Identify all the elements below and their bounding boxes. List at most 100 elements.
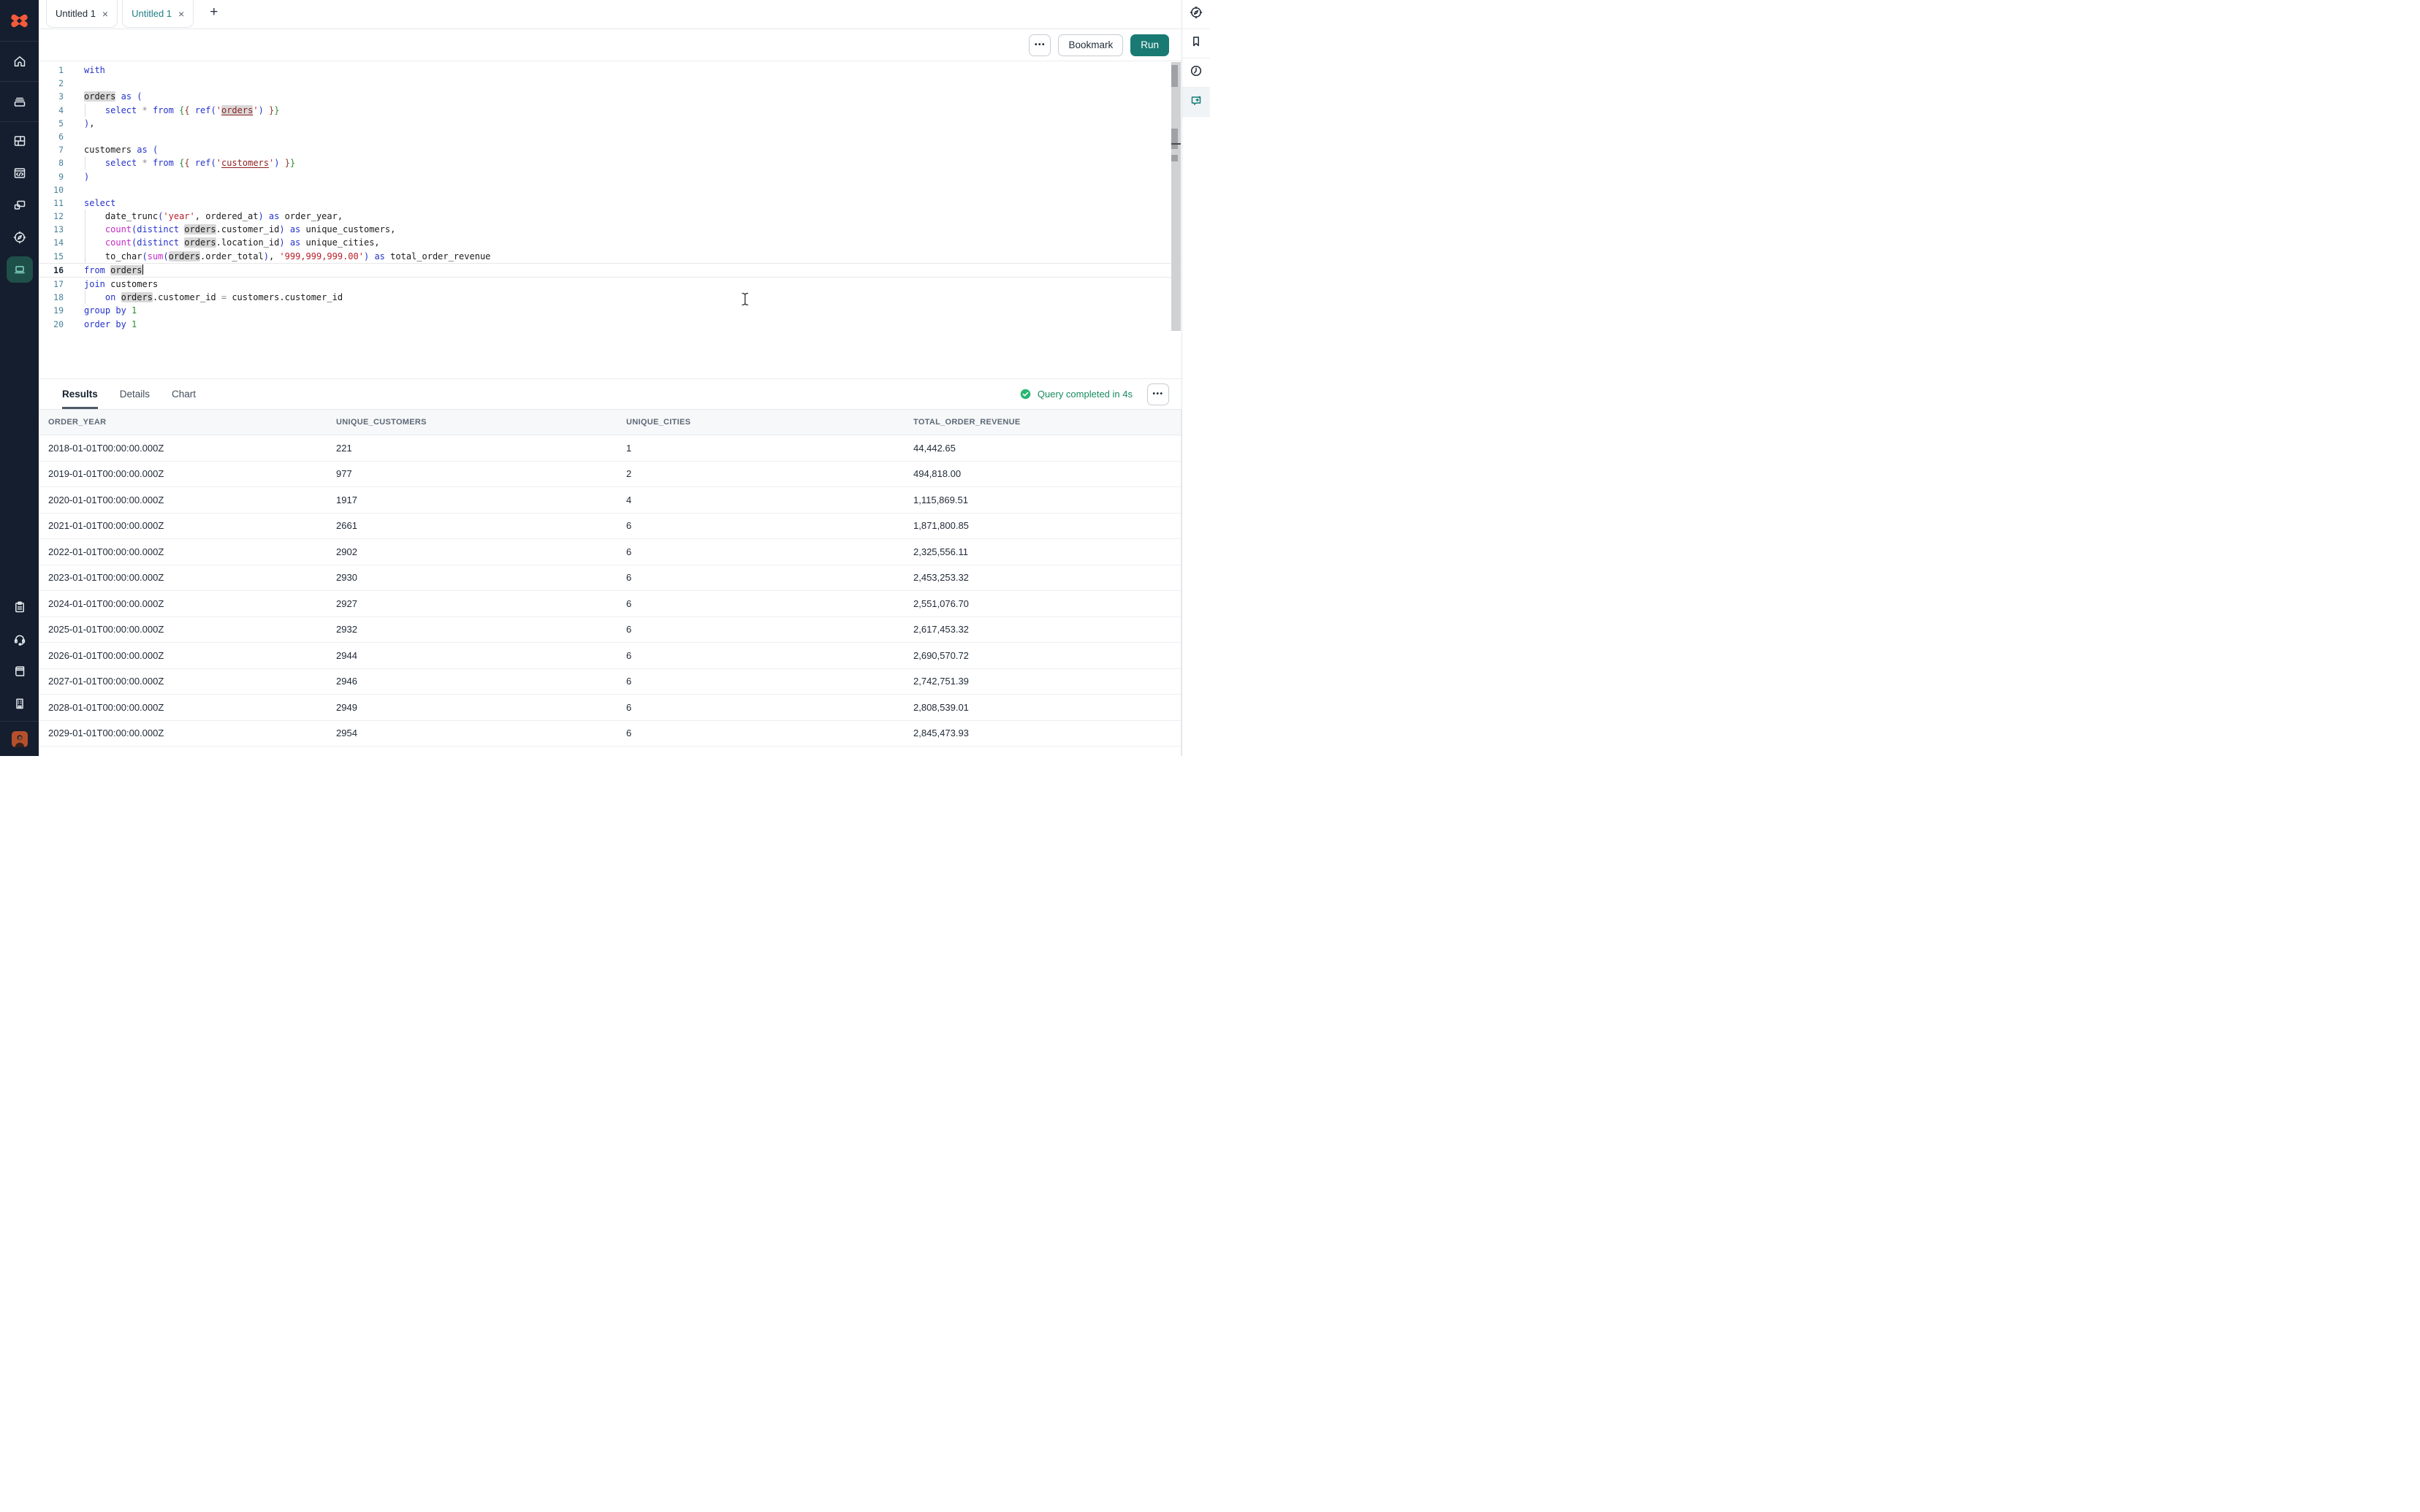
code-line-19[interactable]: 19group by 1 [39, 304, 1182, 317]
table-cell: 2,690,570.72 [904, 650, 1181, 661]
code-line-11[interactable]: 11select [39, 196, 1182, 210]
line-number: 11 [39, 196, 64, 210]
results-tab-details[interactable]: Details [120, 379, 150, 409]
sidebar-item-clipboard[interactable] [0, 591, 39, 623]
table-cell: 2018-01-01T00:00:00.000Z [39, 443, 327, 454]
rail-item-magic-chat[interactable] [1182, 88, 1210, 117]
table-row[interactable]: 2026-01-01T00:00:00.000Z294462,690,570.7… [39, 643, 1181, 669]
code-line-1[interactable]: 1with [39, 64, 1182, 77]
code-line-7[interactable]: 7customers as ( [39, 143, 1182, 156]
user-avatar[interactable] [0, 722, 39, 756]
code-line-6[interactable]: 6 [39, 130, 1182, 143]
table-row[interactable]: 2030-01-01T00:00:00.000Z287961,841,049.3… [39, 747, 1181, 756]
table-cell: 2028-01-01T00:00:00.000Z [39, 702, 327, 713]
column-header[interactable]: ORDER_YEAR [39, 418, 327, 427]
code-line-16[interactable]: 16from orders [39, 263, 1182, 278]
cell-more-button[interactable]: ••• [1029, 34, 1051, 56]
table-row[interactable]: 2021-01-01T00:00:00.000Z266161,871,800.8… [39, 513, 1181, 540]
table-row[interactable]: 2019-01-01T00:00:00.000Z9772494,818.00 [39, 462, 1181, 488]
sql-editor[interactable]: 1with23 orders as (4 select * from {{ ref… [39, 61, 1182, 378]
results-tab-bar: ResultsDetailsChart Query completed in 4… [39, 378, 1182, 409]
code-line-8[interactable]: 8 select * from {{ ref('customers') }} [39, 156, 1182, 169]
code-line-5[interactable]: 5), [39, 117, 1182, 130]
sidebar-item-apps[interactable] [0, 125, 39, 157]
sidebar-item-windows[interactable] [0, 189, 39, 221]
table-row[interactable]: 2024-01-01T00:00:00.000Z292762,551,076.7… [39, 591, 1181, 617]
code-text: date_trunc('year', ordered_at) as order_… [84, 210, 343, 223]
table-cell: 2902 [327, 546, 617, 557]
table-cell: 2029-01-01T00:00:00.000Z [39, 728, 327, 738]
sidebar-item-docs[interactable] [0, 655, 39, 687]
rail-item-explore[interactable] [1182, 0, 1210, 29]
close-tab-icon[interactable]: × [178, 9, 184, 19]
table-cell: 1,871,800.85 [904, 520, 1181, 531]
rail-item-history[interactable] [1182, 58, 1210, 88]
table-cell: 1917 [327, 495, 617, 505]
close-tab-icon[interactable]: × [102, 9, 108, 19]
table-row[interactable]: 2025-01-01T00:00:00.000Z293262,617,453.3… [39, 617, 1181, 644]
results-tab-chart[interactable]: Chart [172, 379, 196, 409]
code-text: count(distinct orders.customer_id) as un… [84, 223, 395, 236]
table-cell: 2020-01-01T00:00:00.000Z [39, 495, 327, 505]
code-line-10[interactable]: 10 [39, 183, 1182, 196]
code-line-12[interactable]: 12 date_trunc('year', ordered_at) as ord… [39, 210, 1182, 223]
run-button[interactable]: Run [1130, 34, 1169, 56]
code-line-14[interactable]: 14 count(distinct orders.location_id) as… [39, 236, 1182, 249]
sidebar-item-notebook-active[interactable] [7, 256, 33, 283]
table-cell: 2,742,751.39 [904, 676, 1181, 687]
code-line-9[interactable]: 9) [39, 170, 1182, 183]
editor-tab-bar: Untitled 1×Untitled 1× + [39, 0, 1182, 29]
table-cell: 6 [617, 546, 904, 557]
table-cell: 4 [617, 495, 904, 505]
new-tab-button[interactable]: + [205, 5, 222, 19]
bookmark-button[interactable]: Bookmark [1058, 34, 1123, 56]
code-line-13[interactable]: 13 count(distinct orders.customer_id) as… [39, 223, 1182, 236]
code-line-2[interactable]: 2 [39, 77, 1182, 90]
table-row[interactable]: 2022-01-01T00:00:00.000Z290262,325,556.1… [39, 539, 1181, 565]
editor-tab-1[interactable]: Untitled 1× [46, 0, 118, 28]
sidebar-item-code-browser[interactable] [0, 157, 39, 189]
code-browser-icon [12, 166, 27, 180]
code-line-3[interactable]: 3 orders as ( [39, 90, 1182, 103]
code-text: orders as ( [84, 90, 142, 103]
table-row[interactable]: 2029-01-01T00:00:00.000Z295462,845,473.9… [39, 721, 1181, 747]
code-line-17[interactable]: 17join customers [39, 278, 1182, 291]
results-more-button[interactable]: ••• [1147, 383, 1169, 405]
table-cell: 2023-01-01T00:00:00.000Z [39, 572, 327, 583]
column-header[interactable]: UNIQUE_CITIES [617, 418, 904, 427]
rail-item-bookmark[interactable] [1182, 29, 1210, 58]
org-icon [12, 696, 27, 711]
code-line-15[interactable]: 15 to_char(sum(orders.order_total), '999… [39, 250, 1182, 263]
table-cell: 44,442.65 [904, 443, 1181, 454]
table-cell: 2027-01-01T00:00:00.000Z [39, 676, 327, 687]
sidebar-item-home[interactable] [0, 42, 39, 82]
code-line-4[interactable]: 4 select * from {{ ref('orders') }} [39, 104, 1182, 117]
sidebar-item-explore[interactable] [0, 221, 39, 253]
sidebar-item-org[interactable] [0, 687, 39, 719]
table-row[interactable]: 2023-01-01T00:00:00.000Z293062,453,253.3… [39, 565, 1181, 592]
table-cell: 1 [617, 443, 904, 454]
table-row[interactable]: 2020-01-01T00:00:00.000Z191741,115,869.5… [39, 487, 1181, 513]
sidebar-item-collections[interactable] [0, 82, 39, 122]
bookmark-icon [1189, 34, 1203, 53]
table-row[interactable]: 2018-01-01T00:00:00.000Z221144,442.65 [39, 435, 1181, 462]
column-header[interactable]: UNIQUE_CUSTOMERS [327, 418, 617, 427]
code-line-18[interactable]: 18 on orders.customer_id = customers.cus… [39, 291, 1182, 304]
editor-tab-2[interactable]: Untitled 1× [122, 0, 194, 28]
table-cell: 2954 [327, 728, 617, 738]
line-number: 16 [39, 264, 64, 277]
table-row[interactable]: 2028-01-01T00:00:00.000Z294962,808,539.0… [39, 695, 1181, 721]
hex-logo-icon[interactable] [0, 0, 39, 42]
code-line-20[interactable]: 20order by 1 [39, 318, 1182, 331]
editor-scrollbar-minimap[interactable] [1171, 62, 1181, 331]
hex-app: Untitled 1×Untitled 1× + ••• Bookmark Ru… [0, 0, 1210, 756]
sidebar-item-support[interactable] [0, 623, 39, 655]
table-cell: 2024-01-01T00:00:00.000Z [39, 598, 327, 609]
results-tab-results[interactable]: Results [62, 379, 98, 409]
line-number: 3 [39, 90, 64, 103]
table-row[interactable]: 2027-01-01T00:00:00.000Z294662,742,751.3… [39, 669, 1181, 695]
table-cell: 2944 [327, 650, 617, 661]
table-cell: 2879 [327, 754, 617, 756]
table-cell: 2026-01-01T00:00:00.000Z [39, 650, 327, 661]
column-header[interactable]: TOTAL_ORDER_REVENUE [904, 418, 1181, 427]
